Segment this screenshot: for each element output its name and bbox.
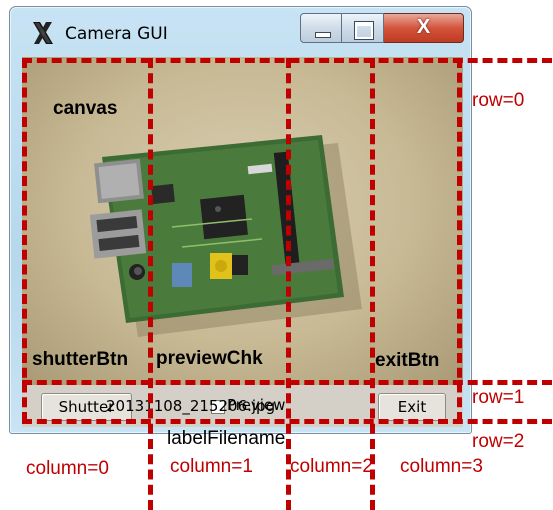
grid-line-right: [457, 58, 462, 422]
grid-line-left: [22, 58, 27, 422]
exit-button[interactable]: Exit: [378, 393, 446, 421]
annotation-row2: row=2: [472, 431, 525, 452]
annotation-col2: column=2: [290, 456, 373, 477]
minimize-icon: [315, 32, 331, 38]
close-button[interactable]: X: [384, 13, 464, 43]
annotation-col3: column=3: [400, 456, 483, 477]
title-bar[interactable]: Camera GUI X: [10, 7, 471, 55]
annotation-row1: row=1: [472, 387, 525, 408]
minimize-button[interactable]: [300, 13, 342, 43]
grid-line-col1: [148, 58, 153, 510]
annotation-previewchk: previewChk: [156, 348, 263, 369]
grid-line-col3: [370, 58, 375, 510]
close-icon: X: [416, 16, 431, 38]
filename-label: 20131108_215206.jpg: [106, 397, 276, 415]
maximize-icon: [354, 21, 374, 40]
annotation-exitbtn: exitBtn: [375, 350, 440, 371]
maximize-button[interactable]: [342, 13, 384, 43]
grid-line-col2: [286, 58, 291, 510]
annotation-labelfilename: labelFilename: [167, 428, 286, 449]
app-x-icon: [33, 22, 53, 44]
window-title: Camera GUI: [65, 24, 168, 44]
annotation-canvas: canvas: [53, 98, 118, 119]
annotation-col0: column=0: [26, 458, 109, 479]
annotation-shutterbtn: shutterBtn: [32, 349, 129, 370]
annotation-col1: column=1: [170, 456, 253, 477]
annotation-row0: row=0: [472, 90, 525, 111]
